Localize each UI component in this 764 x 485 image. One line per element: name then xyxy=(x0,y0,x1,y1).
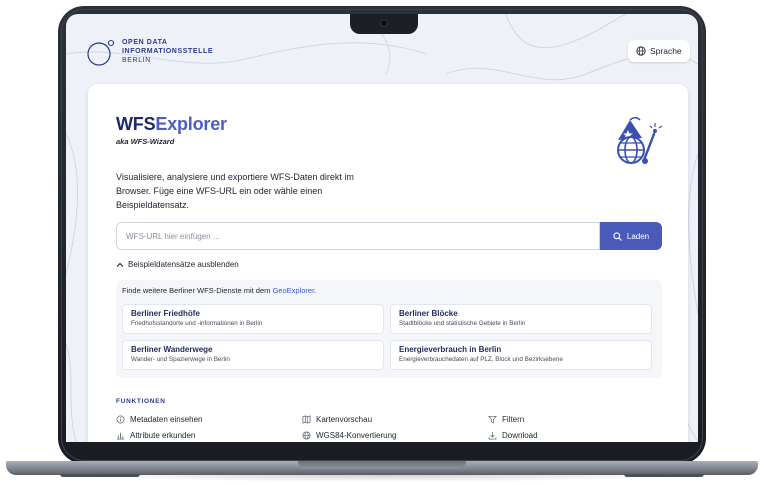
globe-icon xyxy=(302,431,311,440)
language-button-label: Sprache xyxy=(650,46,682,56)
functions-heading: FUNKTIONEN xyxy=(116,398,166,405)
wfs-url-input[interactable] xyxy=(116,222,600,250)
examples-toggle-label: Beispieldatensätze ausblenden xyxy=(128,260,239,269)
load-button-label: Laden xyxy=(626,231,650,241)
function-label: Metadaten einsehen xyxy=(130,415,203,424)
function-attributes: Attribute erkunden xyxy=(116,431,195,440)
info-icon xyxy=(116,415,125,424)
logo-line-3: BERLIN xyxy=(122,57,151,64)
geoexplorer-link[interactable]: GeoExplorer xyxy=(272,286,314,295)
function-label: Download xyxy=(502,431,538,440)
url-input-row: Laden xyxy=(116,222,662,250)
examples-panel: Finde weitere Berliner WFS-Dienste mit d… xyxy=(116,280,662,378)
example-item-bloecke[interactable]: Berliner Blöcke Stadtblöcke und statisti… xyxy=(390,304,652,334)
example-description: Energieverbrauchedaten auf PLZ, Block un… xyxy=(399,356,563,363)
logo-line-1: OPEN DATA xyxy=(122,39,168,46)
function-metadata: Metadaten einsehen xyxy=(116,415,203,424)
filter-icon xyxy=(488,415,497,424)
function-label: Attribute erkunden xyxy=(130,431,196,440)
function-label: Kartenvorschau xyxy=(316,415,373,424)
function-wgs84: WGS84-Konvertierung xyxy=(302,431,396,440)
example-title: Berliner Blöcke xyxy=(399,309,458,318)
odis-logo-icon xyxy=(87,39,114,66)
function-label: Filtern xyxy=(502,415,525,424)
language-button[interactable]: Sprache xyxy=(628,40,690,62)
example-description: Stadtblöcke und statistische Gebiete in … xyxy=(399,320,526,327)
bar-chart-icon xyxy=(116,432,125,440)
laptop-foot-right xyxy=(624,474,704,477)
chevron-up-icon xyxy=(116,262,124,267)
page-title: WFSExplorer xyxy=(116,114,227,135)
examples-toggle[interactable]: Beispieldatensätze ausblenden xyxy=(116,260,239,269)
function-filter: Filtern xyxy=(488,415,524,424)
download-icon xyxy=(488,431,497,440)
examples-intro-end: . xyxy=(314,286,317,295)
globe-icon xyxy=(636,46,646,56)
function-label: WGS84-Konvertierung xyxy=(316,431,397,440)
title-part-wfs: WFS xyxy=(116,114,156,134)
example-title: Berliner Wanderwege xyxy=(131,345,213,354)
title-part-explorer: Explorer xyxy=(155,114,227,134)
camera-icon xyxy=(380,19,388,27)
function-download: Download xyxy=(488,431,538,440)
example-item-wanderwege[interactable]: Berliner Wanderwege Wander- und Spazierw… xyxy=(122,340,384,370)
laptop-foot-left xyxy=(60,474,140,477)
example-description: Wander- und Spazierwege in Berlin xyxy=(131,356,230,363)
page-subtitle: aka WFS-Wizard xyxy=(116,137,175,146)
examples-intro-text: Finde weitere Berliner WFS-Dienste mit d… xyxy=(122,286,273,295)
screen: OPEN DATA INFORMATIONSSTELLE BERLIN Spra… xyxy=(66,14,698,442)
example-item-friedhoefe[interactable]: Berliner Friedhöfe Friedhofsstandorte un… xyxy=(122,304,384,334)
examples-intro: Finde weitere Berliner WFS-Dienste mit d… xyxy=(122,286,316,295)
description-text: Visualisiere, analysiere und exportiere … xyxy=(116,172,354,210)
logo-line-2: INFORMATIONSSTELLE xyxy=(122,48,214,55)
load-button[interactable]: Laden xyxy=(600,222,662,250)
example-title: Energieverbrauch in Berlin xyxy=(399,345,502,354)
example-item-energieverbrauch[interactable]: Energieverbrauch in Berlin Energieverbra… xyxy=(390,340,652,370)
main-card: WFSExplorer aka WFS-Wizard Visualisiere,… xyxy=(88,84,688,442)
function-map-preview: Kartenvorschau xyxy=(302,415,372,424)
wizard-globe-icon xyxy=(617,116,662,164)
laptop-base-lip xyxy=(298,461,466,469)
example-description: Friedhofsstandorte und -informationen in… xyxy=(131,320,263,327)
example-title: Berliner Friedhöfe xyxy=(131,309,200,318)
search-icon xyxy=(613,231,622,241)
map-icon xyxy=(302,415,311,424)
odis-logo-text[interactable]: OPEN DATA INFORMATIONSSTELLE BERLIN xyxy=(122,38,213,65)
